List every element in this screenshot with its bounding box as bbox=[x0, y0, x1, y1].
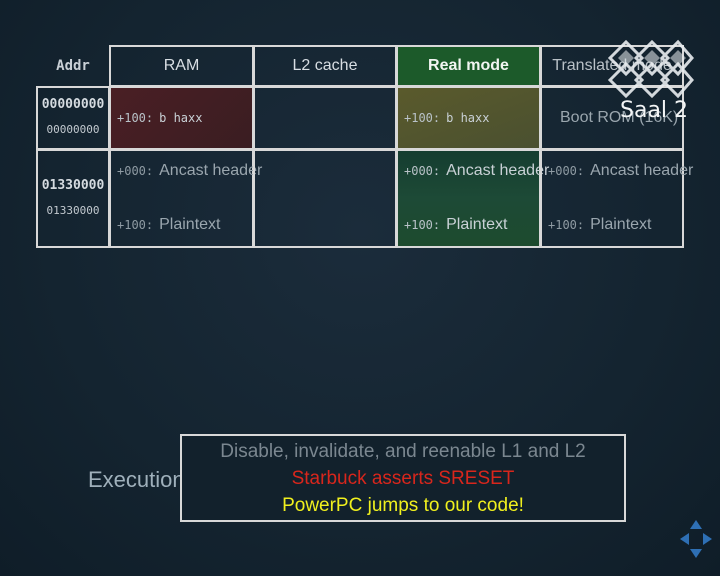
offset: +100: bbox=[404, 218, 441, 232]
ancast-header-line: +000: Ancast header bbox=[404, 162, 549, 180]
line-text: Plaintext bbox=[590, 216, 652, 233]
execution-step-3: PowerPC jumps to our code! bbox=[282, 495, 524, 516]
saal-logo-text: Saal 2 bbox=[620, 98, 689, 123]
execution-step-1: Disable, invalidate, and reenable L1 and… bbox=[220, 441, 586, 462]
addr-cell-row2: 01330000 01330000 bbox=[36, 149, 110, 248]
offset: +100: bbox=[117, 111, 154, 125]
plaintext-line: +100: Plaintext bbox=[404, 216, 508, 234]
memory-table: Addr RAM L2 cache Real mode Translated m… bbox=[36, 45, 693, 248]
offset: +100: bbox=[404, 111, 441, 125]
addr-cell-row1: 00000000 00000000 bbox=[36, 86, 110, 150]
l2-cell-row1 bbox=[253, 86, 397, 150]
line-text: Ancast header bbox=[446, 162, 550, 179]
plaintext-line: +100: Plaintext bbox=[548, 216, 652, 234]
ancast-header-line: +000: Ancast header bbox=[117, 162, 262, 180]
addr-main: 00000000 bbox=[41, 97, 105, 112]
addr-sub: 01330000 bbox=[46, 204, 100, 217]
navigation-arrows-icon[interactable] bbox=[676, 517, 716, 561]
real-cell-row2: +000: Ancast header +100: Plaintext bbox=[396, 149, 549, 248]
offset: +100: bbox=[548, 218, 585, 232]
offset: +000: bbox=[404, 164, 441, 178]
ram-cell-row2: +000: Ancast header +100: Plaintext bbox=[109, 149, 262, 248]
line-text: Ancast header bbox=[590, 162, 694, 179]
header-real-mode: Real mode bbox=[396, 45, 541, 87]
header-l2-cache: L2 cache bbox=[253, 45, 397, 87]
offset: +000: bbox=[117, 164, 154, 178]
l2-cell-row2 bbox=[253, 149, 397, 248]
translated-cell-row2: +000: Ancast header +100: Plaintext bbox=[540, 149, 693, 248]
execution-step-2: Starbuck asserts SRESET bbox=[291, 468, 515, 489]
ram-cell-row1: +100: b haxx bbox=[109, 86, 254, 150]
line-text: Ancast header bbox=[159, 162, 263, 179]
offset: +000: bbox=[548, 164, 585, 178]
ram-haxx-line: +100: b haxx bbox=[117, 109, 202, 127]
execution-box: Disable, invalidate, and reenable L1 and… bbox=[180, 434, 626, 522]
addr-sub: 00000000 bbox=[46, 123, 100, 136]
code-text: b haxx bbox=[446, 111, 490, 125]
line-text: Plaintext bbox=[159, 216, 221, 233]
addr-main: 01330000 bbox=[41, 178, 105, 193]
real-haxx-line: +100: b haxx bbox=[404, 109, 489, 127]
execution-label: Execution: bbox=[88, 467, 191, 492]
plaintext-line: +100: Plaintext bbox=[117, 216, 221, 234]
offset: +100: bbox=[117, 218, 154, 232]
header-ram: RAM bbox=[109, 45, 254, 87]
real-cell-row1: +100: b haxx bbox=[396, 86, 541, 150]
line-text: Plaintext bbox=[446, 216, 508, 233]
code-text: b haxx bbox=[159, 111, 203, 125]
ancast-header-line: +000: Ancast header bbox=[548, 162, 693, 180]
header-addr: Addr bbox=[56, 58, 90, 74]
